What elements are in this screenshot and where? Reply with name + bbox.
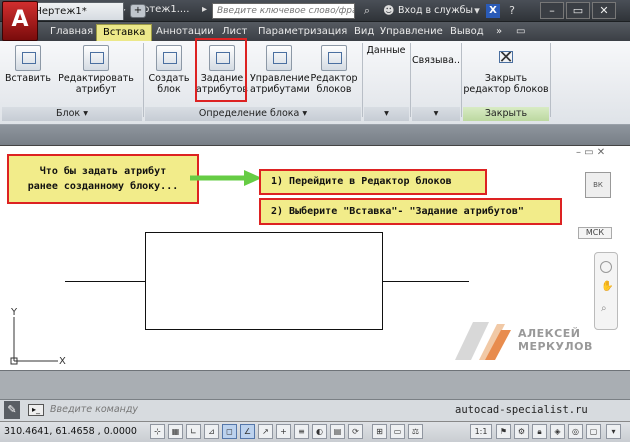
workspace-icon[interactable]: ⚙ (514, 424, 529, 439)
clean-screen-icon[interactable]: ▢ (586, 424, 601, 439)
window-controls: – ▭ ✕ (540, 2, 618, 20)
close-block-editor-button[interactable]: ✕ Закрыть редактор блоков (463, 45, 549, 95)
ribbon-minimize-icon[interactable]: ▭ (510, 24, 531, 41)
tab-manage[interactable]: Управление (374, 24, 449, 41)
manage-attributes-icon (266, 45, 292, 71)
edit-attribute-icon (83, 45, 109, 71)
insert-icon (15, 45, 41, 71)
highlight-frame (195, 38, 247, 102)
snap-icon[interactable]: ⊹ (150, 424, 165, 439)
ribbon-tab-bar: Главная Вставка Аннотации Лист Параметри… (0, 22, 630, 41)
ortho-icon[interactable]: ∟ (186, 424, 201, 439)
command-input[interactable]: Введите команду (50, 403, 350, 417)
exchange-icon[interactable]: X (486, 4, 500, 18)
create-block-button[interactable]: Создать блок (147, 45, 191, 95)
group-close: Закрыть (463, 107, 549, 121)
lineweight-icon[interactable]: ≡ (294, 424, 309, 439)
model-icon[interactable]: ⊞ (372, 424, 387, 439)
minimize-icon[interactable]: – (540, 2, 564, 19)
search-input[interactable]: Введите ключевое слово/фразу (212, 3, 355, 19)
callout-step-2: 2) Выберите "Вставка"- "Задание атрибуто… (259, 198, 562, 225)
quick-properties-icon[interactable]: ▤ (330, 424, 345, 439)
osnap-icon[interactable]: ◻ (222, 424, 237, 439)
watermark-text: АЛЕКСЕЙ МЕРКУЛОВ (518, 327, 593, 353)
wrench-icon[interactable]: ✎ (4, 401, 20, 419)
tab-insert[interactable]: Вставка (96, 24, 153, 41)
ucs-icon: Y X (10, 307, 66, 367)
user-icon[interactable]: ☻ (383, 4, 394, 17)
link-panel-button[interactable]: Связыва... (412, 47, 463, 66)
selection-cycling-icon[interactable]: ⟳ (348, 424, 363, 439)
data-panel-button[interactable]: Данные (364, 45, 408, 56)
axis-x-label: X (59, 356, 66, 367)
group-data-expand[interactable]: ▾ (364, 107, 409, 121)
login-button[interactable]: Вход в службы (398, 5, 473, 16)
manage-attributes-button[interactable]: Управление атрибутами (250, 45, 310, 95)
close-x-icon: ✕ (493, 45, 519, 71)
ducs-icon[interactable]: ↗ (258, 424, 273, 439)
dyn-icon[interactable]: + (276, 424, 291, 439)
callout-note: Что бы задать атрибут ранее созданному б… (7, 154, 199, 204)
hardware-acceleration-icon[interactable]: ◈ (550, 424, 565, 439)
zoom-icon[interactable]: ⌕ (601, 303, 607, 314)
close-icon[interactable]: ✕ (592, 2, 616, 19)
navigation-bar[interactable]: ✋ ⌕ (594, 252, 618, 330)
command-history (0, 370, 630, 399)
grid-icon[interactable]: ▦ (168, 424, 183, 439)
tab-home[interactable]: Главная (44, 24, 99, 41)
block-editor-icon (321, 45, 347, 71)
layout-icon[interactable]: ▭ (390, 424, 405, 439)
edit-attribute-button[interactable]: Редактировать атрибут (56, 45, 136, 95)
tab-parametric[interactable]: Параметризация (252, 24, 353, 41)
annotation-visibility-icon[interactable]: ⚑ (496, 424, 511, 439)
arrow-right-icon: ▸ (202, 4, 208, 15)
drawing-rectangle[interactable] (145, 232, 383, 330)
dropdown-icon[interactable]: ▾ (470, 4, 484, 18)
drawing-line-right[interactable] (383, 281, 469, 282)
command-prompt-icon[interactable]: ▸_ (28, 404, 44, 416)
scale-readout[interactable]: 1:1 (470, 424, 492, 439)
lock-icon[interactable]: 🔒︎ (532, 424, 547, 439)
group-block[interactable]: Блок ▾ (2, 107, 142, 121)
isolate-icon[interactable]: ◎ (568, 424, 583, 439)
coordinate-readout: 310.4641, 61.4658 , 0.0000 (4, 426, 137, 437)
axis-y-label: Y (10, 307, 18, 318)
group-block-definition[interactable]: Определение блока ▾ (145, 107, 361, 121)
tab-drawing1[interactable]: Чертеж1* (28, 2, 124, 20)
viewcube[interactable]: ВК (585, 172, 611, 198)
document-tab-bar (0, 125, 630, 145)
viewport-controls[interactable]: – ▭ ✕ (576, 147, 605, 158)
tab-output[interactable]: Вывод (444, 24, 490, 41)
ribbon-panel: Вставить Редактировать атрибут Создать б… (0, 41, 630, 125)
site-watermark: autocad-specialist.ru (455, 404, 588, 416)
arrow-right-icon (190, 170, 262, 186)
more-tabs-icon[interactable]: » (490, 24, 508, 41)
block-editor-button[interactable]: Редактор блоков (310, 45, 358, 95)
callout-step-1: 1) Перейдите в Редактор блоков (259, 169, 487, 195)
steering-wheel-icon[interactable] (600, 261, 612, 273)
new-tab-button[interactable]: + (130, 4, 146, 18)
pan-icon[interactable]: ✋ (601, 281, 613, 292)
group-link-expand[interactable]: ▾ (412, 107, 460, 121)
status-menu-icon[interactable]: ▾ (606, 424, 621, 439)
drawing-line-left[interactable] (65, 281, 145, 282)
annotation-scale-icon[interactable]: ⚖ (408, 424, 423, 439)
application-menu-button[interactable]: A (2, 1, 38, 41)
polar-icon[interactable]: ⊿ (204, 424, 219, 439)
restore-icon[interactable]: ▭ (566, 2, 590, 19)
ucs-menu[interactable]: МСК (578, 227, 612, 239)
otrack-icon[interactable]: ∠ (240, 424, 255, 439)
create-block-icon (156, 45, 182, 71)
transparency-icon[interactable]: ◐ (312, 424, 327, 439)
binoculars-icon[interactable]: ⌕ (360, 4, 374, 18)
insert-block-button[interactable]: Вставить (4, 45, 52, 84)
help-icon[interactable]: ? (505, 4, 519, 18)
